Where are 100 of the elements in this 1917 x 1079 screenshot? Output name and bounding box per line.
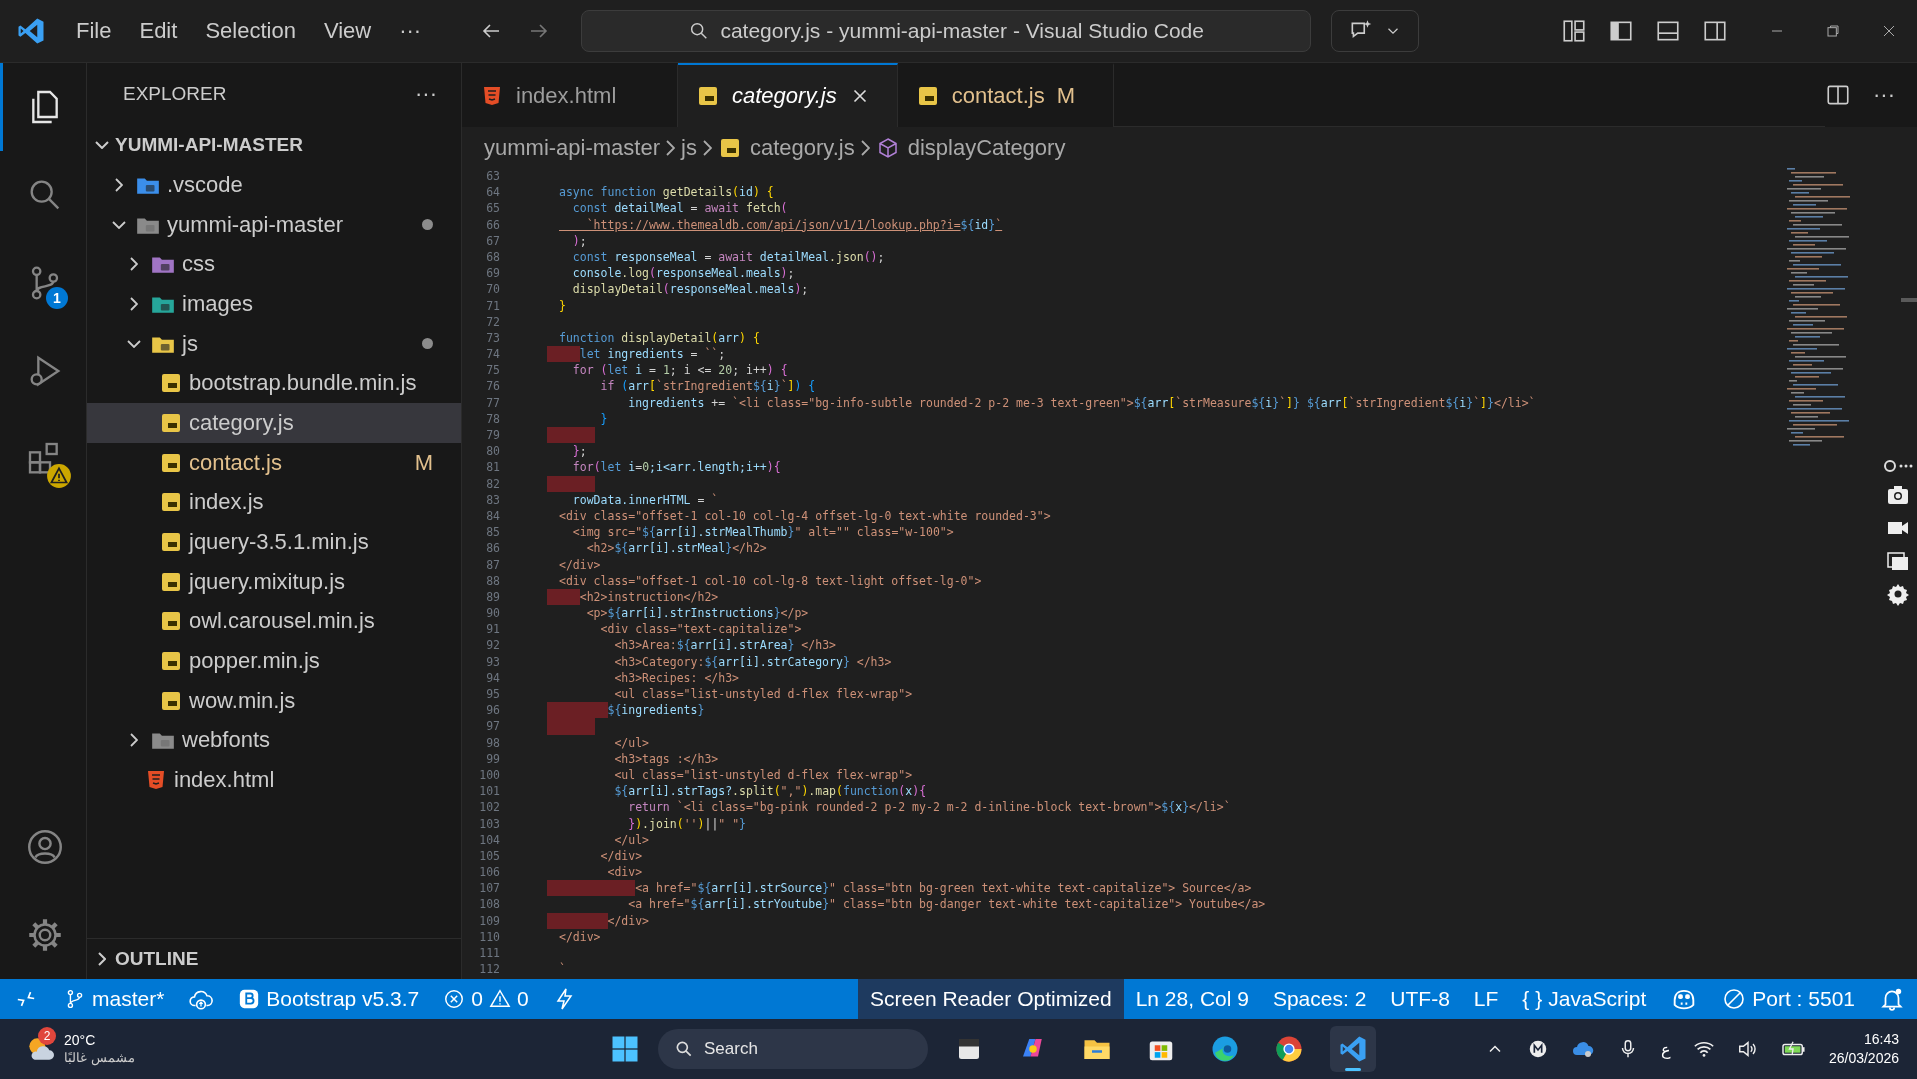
code-line: </ul>: [613, 735, 649, 750]
line-number: 77: [485, 394, 500, 411]
settings-icon[interactable]: [1886, 582, 1910, 606]
windows-start-icon[interactable]: [610, 1034, 640, 1064]
language-name: JavaScript: [1548, 987, 1647, 1011]
status-item[interactable]: UTF-8: [1378, 979, 1462, 1019]
error-icon: [443, 988, 466, 1010]
menu-item[interactable]: View: [323, 18, 372, 44]
line-number: 94: [485, 669, 500, 686]
code-line: );: [571, 233, 587, 248]
line-number: 105: [478, 847, 500, 865]
breadcrumb-item[interactable]: displayCategory: [875, 134, 1066, 161]
editor-tab[interactable]: category.js: [678, 63, 898, 127]
tree-item[interactable]: yummi-api-master: [87, 204, 461, 245]
scrollbar[interactable]: [1901, 298, 1917, 302]
code-line: displayDetail(responseMeal.meals);: [571, 282, 809, 297]
status-item[interactable]: Spaces: 2: [1260, 979, 1379, 1019]
line-number: 112: [478, 961, 500, 978]
command-center[interactable]: category.js - yummi-api-master - Visual Studio Code: [581, 10, 1312, 52]
line-number: 111: [478, 945, 500, 962]
breadcrumb-item[interactable]: yummi-api-master: [484, 134, 661, 161]
bootstrap-logo-icon: [238, 988, 261, 1010]
line-number: 72: [485, 313, 500, 330]
tree-item[interactable]: popper.min.js: [87, 641, 461, 681]
tree-item[interactable]: js: [87, 323, 461, 364]
live-server-button[interactable]: Port : 5501: [1710, 987, 1867, 1011]
code-line: <h3>Area:${arr[i].strArea} </h3>: [613, 638, 836, 653]
bootstrap-button[interactable]: Bootstrap v5.3.7: [226, 987, 432, 1011]
line-number: 90: [485, 605, 500, 622]
browser-icon: [1210, 1034, 1240, 1064]
bell-icon[interactable]: [1879, 986, 1905, 1012]
warning-icon: [489, 988, 511, 1010]
line-number: 82: [485, 475, 500, 492]
tree-item[interactable]: webfonts: [87, 720, 461, 761]
menu-item[interactable]: File: [76, 18, 112, 44]
search-field[interactable]: Search: [658, 1029, 928, 1069]
code-line: <h3>Recipes: </h3>: [613, 670, 739, 685]
more-actions-button[interactable]: ···: [1873, 82, 1895, 108]
input-language[interactable]: ع: [1660, 1039, 1671, 1059]
taskbar-app[interactable]: [1330, 1026, 1376, 1072]
breadcrumb-item[interactable]: js: [681, 134, 697, 161]
problems-button[interactable]: 0 0: [431, 987, 541, 1011]
line-number: 81: [485, 459, 500, 476]
code-line: const detailMeal = await fetch(: [571, 201, 788, 216]
code-line: ingredients += `<li class="bg-info-subtle rounded-2 p-2 me-3 text-green">${arr[`strMeasure${i}`]} ${arr[`strIngredient${i}`]}</li>`: [627, 395, 1536, 410]
line-number: 78: [485, 410, 500, 427]
chat-button[interactable]: [1331, 10, 1420, 52]
menu-item[interactable]: Selection: [205, 18, 296, 44]
line-number: 76: [485, 378, 500, 395]
line-number: 100: [478, 766, 500, 784]
camera-icon[interactable]: [1886, 483, 1910, 507]
line-number: 98: [485, 734, 500, 751]
tree-item[interactable]: images: [87, 284, 461, 324]
line-number: 63: [485, 168, 500, 185]
speaker-icon[interactable]: [1736, 1038, 1759, 1060]
window-icon[interactable]: [1886, 549, 1910, 573]
tree-item[interactable]: index.html: [87, 760, 461, 800]
clock-time[interactable]: 16:43: [1863, 1030, 1899, 1049]
line-number: 93: [485, 653, 500, 670]
code-line: for (let i = 1; i <= 20; i++) {: [571, 363, 788, 378]
status-item[interactable]: LF: [1461, 979, 1511, 1019]
search-icon: [674, 1039, 694, 1059]
tree-item[interactable]: owl.carousel.min.js: [87, 601, 461, 642]
activity-bar-item[interactable]: 1: [0, 239, 86, 327]
line-number: 85: [485, 524, 500, 541]
line-number: 101: [478, 783, 500, 800]
status-item[interactable]: Screen Reader Optimized: [858, 979, 1124, 1019]
menu-item[interactable]: Edit: [139, 18, 178, 44]
breadcrumb-item[interactable]: category.js: [717, 134, 855, 161]
tree-item[interactable]: category.js: [87, 403, 461, 443]
language-mode-button[interactable]: { } JavaScript: [1510, 987, 1659, 1011]
line-number: 87: [485, 556, 500, 573]
tree-item[interactable]: css: [87, 244, 461, 285]
line-number: 99: [485, 750, 500, 767]
code-line: </div>: [599, 848, 643, 863]
clock-date[interactable]: 26/03/2026: [1828, 1049, 1899, 1068]
line-number: 84: [485, 507, 500, 525]
line-number: 110: [478, 928, 500, 945]
tree-item[interactable]: bootstrap.bundle.min.js: [87, 363, 461, 404]
tree-item[interactable]: .vscode: [87, 165, 461, 205]
line-number: 86: [485, 540, 500, 557]
tree-item[interactable]: wow.min.js: [87, 680, 461, 721]
line-number: 66: [485, 216, 500, 233]
menu-item[interactable]: ···: [399, 18, 422, 44]
chevron-right-icon: [860, 139, 870, 156]
tree-item[interactable]: index.js: [87, 482, 461, 523]
line-number: 69: [485, 265, 500, 282]
layout-grid-icon[interactable]: [1561, 18, 1587, 44]
branch-button[interactable]: master*: [52, 987, 177, 1011]
more-actions-button[interactable]: ···: [415, 81, 437, 107]
tree-item[interactable]: jquery.mixitup.js: [87, 561, 461, 602]
line-number: 92: [485, 637, 500, 654]
folder-header[interactable]: YUMMI-API-MASTER: [87, 125, 461, 165]
tree-item[interactable]: contact.js M: [87, 442, 461, 483]
code-line: `: [559, 962, 566, 977]
status-item[interactable]: Ln 28, Col 9: [1123, 979, 1261, 1019]
warning-count: 0: [517, 987, 529, 1011]
no-entry-icon: [1722, 987, 1747, 1011]
tree-item[interactable]: jquery-3.5.1.min.js: [87, 522, 461, 562]
line-number: 67: [485, 232, 500, 249]
